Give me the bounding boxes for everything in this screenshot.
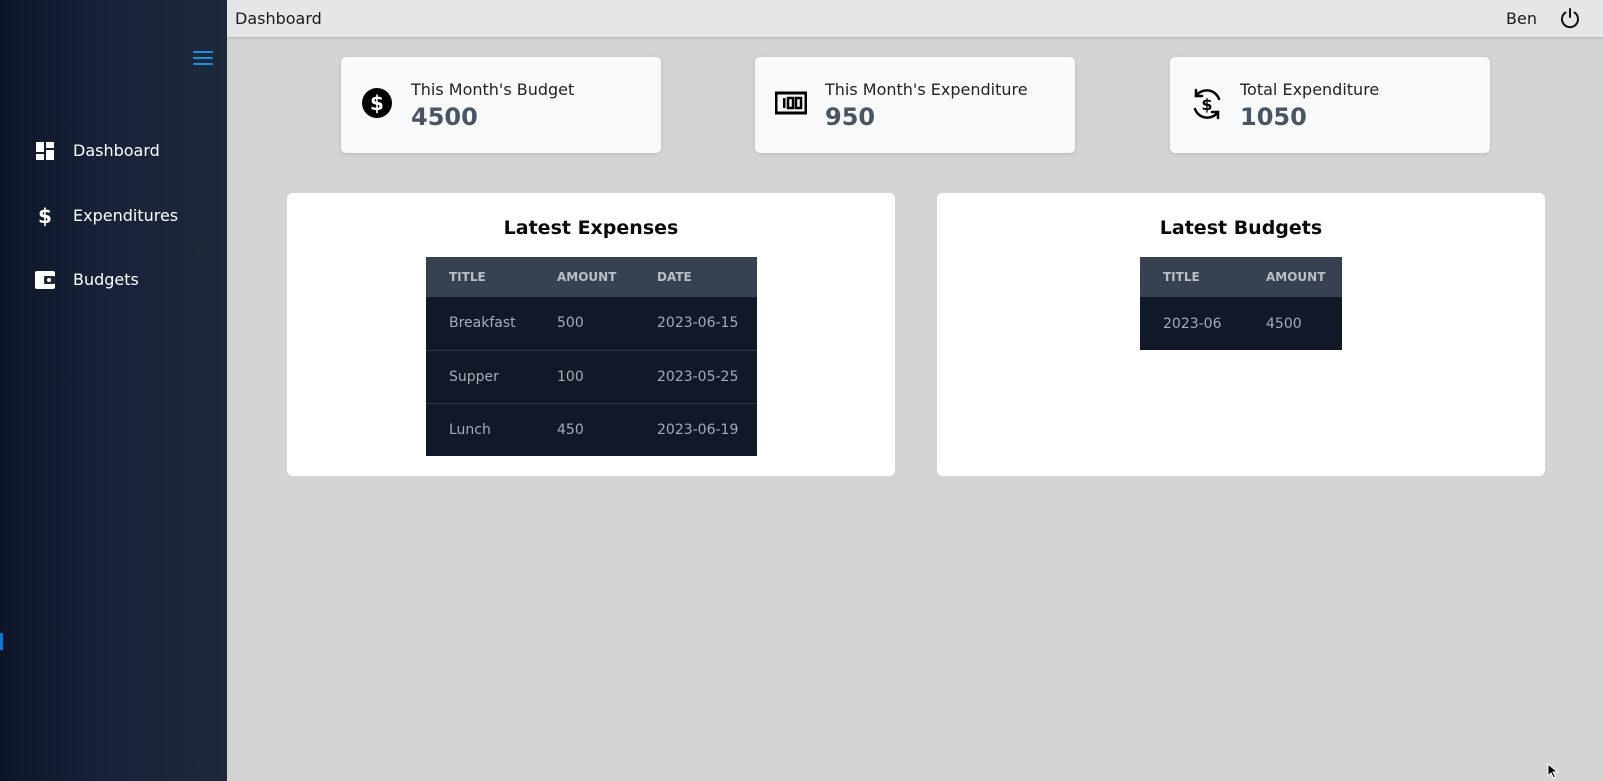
stat-value: 4500	[411, 103, 478, 131]
column-header: Amount	[1243, 257, 1342, 297]
stat-card-monthly-expenditure: This Month's Expenditure 950	[755, 57, 1075, 153]
sidebar-item-label: Expenditures	[73, 206, 179, 225]
stat-card-monthly-budget: $ This Month's Budget 4500	[341, 57, 661, 153]
stat-label: This Month's Expenditure	[825, 80, 1028, 99]
column-header: Amount	[534, 257, 634, 297]
mouse-cursor-icon	[1547, 763, 1559, 779]
table-cell: 450	[534, 402, 634, 456]
money-bill-icon	[774, 87, 809, 121]
panel-title: Latest Expenses	[503, 217, 679, 239]
table-cell: 500	[557, 315, 584, 332]
dollar-icon: $	[38, 204, 52, 228]
table-cell: Breakfast	[449, 315, 516, 332]
table-cell: 100	[534, 349, 634, 403]
sidebar-item-dashboard[interactable]: Dashboard	[0, 131, 227, 171]
user-name: Ben	[1506, 9, 1537, 28]
dollar-sync-icon: $	[1190, 87, 1224, 121]
sidebar-item-expenditures[interactable]: $ Expenditures	[0, 196, 227, 236]
sidebar-item-label: Budgets	[73, 270, 139, 289]
column-header: Title	[426, 257, 534, 297]
stat-value: 950	[825, 103, 876, 131]
table-row[interactable]: Breakfast 500 2023-06-15	[426, 297, 757, 350]
column-header: Title	[1140, 257, 1243, 297]
table-cell: 2023-06-15	[657, 315, 739, 332]
table-cell: 4500	[1266, 315, 1302, 332]
wallet-icon	[35, 270, 55, 290]
stat-value: 1050	[1240, 103, 1307, 131]
table-cell: 2023-06-19	[634, 402, 757, 456]
svg-text:$: $	[370, 91, 384, 115]
hamburger-icon[interactable]	[193, 51, 213, 67]
page-title: Dashboard	[235, 9, 322, 28]
stat-label: This Month's Budget	[411, 80, 575, 99]
sidebar: Dashboard $ Expenditures Budgets	[0, 0, 227, 781]
stat-card-total-expenditure: $ Total Expenditure 1050	[1170, 57, 1490, 153]
topbar: Dashboard Ben	[227, 0, 1603, 37]
latest-expenses-panel: Latest Expenses Title Amount Date Breakf…	[287, 193, 895, 476]
table-row[interactable]: Supper 100 2023-05-25	[426, 349, 757, 403]
latest-budgets-panel: Latest Budgets Title Amount 2023-06 4500	[937, 193, 1545, 476]
active-indicator	[0, 633, 3, 650]
stat-label: Total Expenditure	[1240, 80, 1380, 99]
sidebar-item-label: Dashboard	[73, 141, 160, 160]
dashboard-grid-icon	[35, 141, 55, 161]
table-cell: Supper	[426, 349, 534, 403]
budgets-table: Title Amount 2023-06 4500	[1140, 257, 1342, 350]
expenses-table: Title Amount Date Breakfast 500 2023-06-…	[426, 257, 757, 456]
table-header-row: Title Amount Date	[426, 257, 757, 297]
power-icon[interactable]	[1559, 7, 1581, 29]
table-row[interactable]: 2023-06 4500	[1140, 297, 1342, 350]
table-cell: 2023-06	[1163, 315, 1222, 332]
column-header: Date	[634, 257, 757, 297]
table-header-row: Title Amount	[1140, 257, 1342, 297]
table-row[interactable]: Lunch 450 2023-06-19	[426, 402, 757, 456]
table-cell: 2023-05-25	[634, 349, 757, 403]
sidebar-item-budgets[interactable]: Budgets	[0, 260, 227, 300]
panel-title: Latest Budgets	[1159, 217, 1323, 239]
svg-text:$: $	[1201, 95, 1212, 114]
dollar-circle-icon: $	[361, 87, 395, 121]
table-cell: Lunch	[426, 402, 534, 456]
